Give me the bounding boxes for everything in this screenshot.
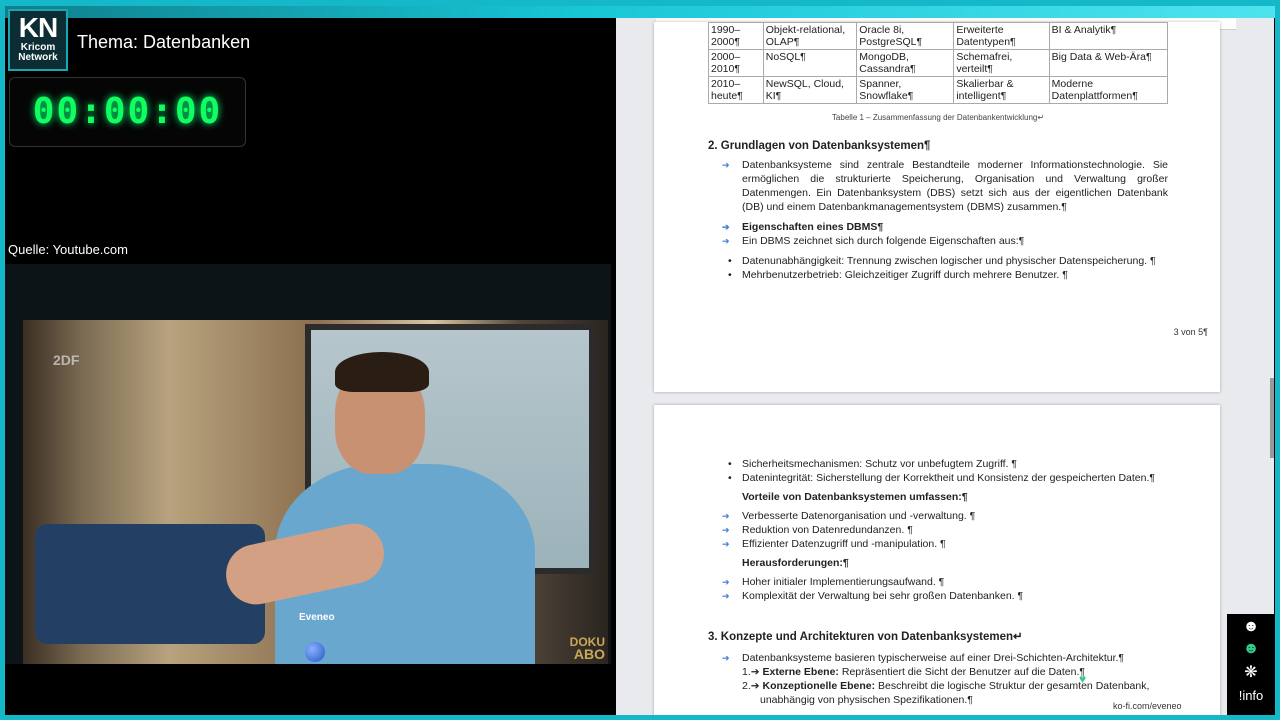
table-row: 2000–2010¶ NoSQL¶ MongoDB, Cassandra¶ Sc… — [708, 49, 1169, 77]
list-item: 1.➔ Externe Ebene: Repräsentiert die Sic… — [742, 666, 1086, 678]
section2-paragraph: Datenbanksysteme sind zentrale Bestandte… — [708, 158, 1168, 214]
document-page-3: 1990–2000¶ Objekt-relational, OLAP¶ Orac… — [654, 22, 1220, 392]
history-table: 1990–2000¶ Objekt-relational, OLAP¶ Orac… — [708, 22, 1169, 104]
section3-heading: 3. Konzepte und Architekturen von Datenb… — [708, 631, 1023, 643]
list-item: Hoher initialer Implementierungsaufwand.… — [708, 575, 1168, 589]
heart-icon: ♥ — [1079, 672, 1087, 686]
topic-title: Thema: Datenbanken — [77, 32, 251, 52]
kofi-link[interactable]: ko-fi.com/eveneo — [1095, 696, 1207, 715]
badge-bottom: ABO — [573, 646, 605, 662]
table-cell: Big Data & Web-Ära¶ — [1048, 49, 1169, 77]
table-cell: 2010–heute¶ — [708, 76, 764, 104]
list-item: Sicherheitsmechanismen: Schutz vor unbef… — [708, 457, 1168, 471]
dbms-heading: Eigenschaften eines DBMS¶ — [708, 220, 1168, 234]
logo-sub: Kricom Network — [18, 42, 58, 63]
logo-main: KN — [18, 12, 58, 43]
table-cell: 2000–2010¶ — [708, 49, 764, 77]
section2-heading: 2. Grundlagen von Datenbanksystemen¶ — [708, 140, 931, 152]
table-cell: BI & Analytik¶ — [1048, 22, 1169, 50]
side-panel: ☻ ☻ ❋ !info — [1227, 614, 1275, 715]
countdown-timer: 00:00:00 — [9, 77, 246, 147]
user-avatar-icon — [305, 642, 325, 662]
brain-icon: ❋ — [1244, 664, 1258, 681]
video-player[interactable]: 2DF Eveneo DOKU ABO — [5, 264, 611, 664]
video-username: Eveneo — [299, 612, 335, 623]
table-cell: MongoDB, Cassandra¶ — [856, 49, 955, 77]
dbms-intro: Ein DBMS zeichnet sich durch folgende Ei… — [708, 234, 1168, 248]
source-label: Quelle: Youtube.com — [8, 242, 128, 257]
challenges-heading: Herausforderungen:¶ — [742, 557, 849, 569]
table-cell: Erweiterte Datentypen¶ — [953, 22, 1050, 50]
page-number: 3 von 5¶ — [1173, 327, 1208, 337]
page3-content: 1990–2000¶ Objekt-relational, OLAP¶ Orac… — [708, 22, 1169, 282]
list-item: Effizienter Datenzugriff und -manipulati… — [708, 537, 1168, 551]
table-cell: NewSQL, Cloud, KI¶ — [762, 76, 858, 104]
table-cell: Moderne Datenplattformen¶ — [1048, 76, 1169, 104]
document-viewer[interactable]: 1990–2000¶ Objekt-relational, OLAP¶ Orac… — [616, 18, 1274, 715]
page4-content: Sicherheitsmechanismen: Schutz vor unbef… — [708, 457, 1168, 707]
list-item: Verbesserte Datenorganisation und -verwa… — [708, 509, 1168, 523]
kricom-network-logo: KN Kricom Network — [8, 9, 68, 71]
table-row: 2010–heute¶ NewSQL, Cloud, KI¶ Spanner, … — [708, 76, 1169, 104]
table-cell: Oracle 8i, PostgreSQL¶ — [856, 22, 955, 50]
stream-frame: KN Kricom Network Thema: Datenbanken 00:0… — [0, 0, 1280, 720]
section3-paragraph: Datenbanksysteme basieren typischerweise… — [708, 651, 1168, 665]
info-label[interactable]: !info — [1227, 688, 1275, 703]
list-item: Datenunabhängigkeit: Trennung zwischen l… — [708, 254, 1168, 268]
table-cell: 1990–2000¶ — [708, 22, 764, 50]
table-cell: Schemafrei, verteilt¶ — [953, 49, 1050, 77]
list-item: Datenintegrität: Sicherstellung der Korr… — [708, 471, 1168, 485]
list-item: Reduktion von Datenredundanzen. ¶ — [708, 523, 1168, 537]
list-item: 2.➔ Konzeptionelle Ebene: Beschreibt die… — [742, 680, 1150, 692]
document-scrollbar[interactable] — [1270, 378, 1274, 458]
advantages-heading: Vorteile von Datenbanksystemen umfassen:… — [742, 491, 968, 503]
doku-abo-badge: DOKU ABO — [570, 636, 605, 662]
table-cell: Skalierbar & intelligent¶ — [953, 76, 1050, 104]
table-cell: NoSQL¶ — [762, 49, 858, 77]
table-cell: Objekt-relational, OLAP¶ — [762, 22, 858, 50]
user-icon[interactable]: ☻ — [1227, 618, 1275, 636]
user-online-icon[interactable]: ☻ — [1227, 640, 1275, 658]
list-item: Komplexität der Verwaltung bei sehr groß… — [708, 589, 1168, 603]
broadcaster-watermark: 2DF — [53, 352, 80, 368]
table-row: 1990–2000¶ Objekt-relational, OLAP¶ Orac… — [708, 22, 1169, 50]
list-item: Mehrbenutzerbetrieb: Gleichzeitiger Zugr… — [708, 268, 1168, 282]
table-caption: Tabelle 1 – Zusammenfassung der Datenban… — [831, 113, 1045, 122]
document-page-4: Sicherheitsmechanismen: Schutz vor unbef… — [654, 405, 1220, 715]
table-cell: Spanner, Snowflake¶ — [856, 76, 955, 104]
